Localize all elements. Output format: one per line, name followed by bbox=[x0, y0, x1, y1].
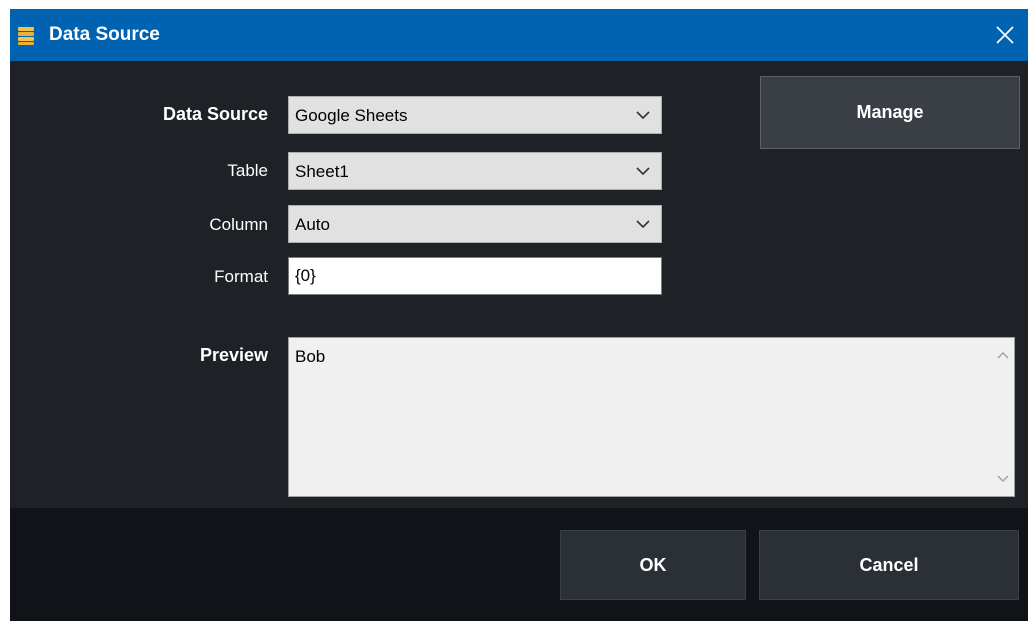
preview-value: Bob bbox=[295, 347, 326, 366]
database-icon bbox=[17, 26, 35, 46]
window-title: Data Source bbox=[49, 24, 160, 45]
data-source-value: Google Sheets bbox=[295, 106, 408, 125]
data-source-dialog: Data Source Data Source Google Sheets Ta… bbox=[10, 9, 1028, 621]
table-select[interactable]: Sheet1 bbox=[288, 152, 662, 190]
scroll-down-icon[interactable] bbox=[996, 474, 1010, 484]
data-source-select[interactable]: Google Sheets bbox=[288, 96, 662, 134]
close-icon bbox=[996, 26, 1014, 44]
dialog-footer: OK Cancel bbox=[10, 508, 1028, 621]
data-source-label: Data Source bbox=[162, 104, 268, 124]
preview-scrollbar[interactable] bbox=[992, 338, 1014, 496]
format-label: Format bbox=[214, 267, 268, 286]
title-bar: Data Source bbox=[10, 9, 1028, 61]
chevron-down-icon bbox=[636, 220, 650, 229]
preview-label: Preview bbox=[199, 345, 268, 365]
chevron-down-icon bbox=[636, 111, 650, 120]
cancel-button[interactable]: Cancel bbox=[759, 530, 1019, 600]
ok-button[interactable]: OK bbox=[560, 530, 746, 600]
preview-textarea[interactable]: Bob bbox=[288, 337, 1015, 497]
column-label: Column bbox=[209, 215, 268, 234]
format-input[interactable] bbox=[289, 258, 661, 294]
column-value: Auto bbox=[295, 215, 330, 234]
format-field[interactable] bbox=[288, 257, 662, 295]
manage-button[interactable]: Manage bbox=[760, 76, 1020, 149]
table-label: Table bbox=[227, 161, 268, 180]
column-select[interactable]: Auto bbox=[288, 205, 662, 243]
table-value: Sheet1 bbox=[295, 162, 349, 181]
close-button[interactable] bbox=[982, 9, 1028, 61]
chevron-down-icon bbox=[636, 167, 650, 176]
scroll-up-icon[interactable] bbox=[996, 350, 1010, 360]
